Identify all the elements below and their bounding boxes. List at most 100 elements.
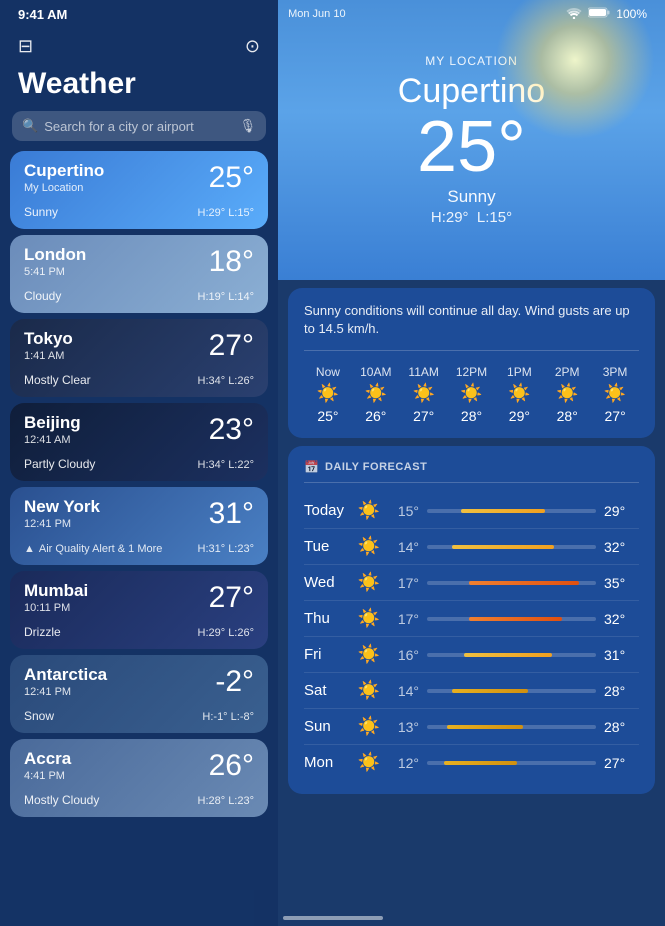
- city-card[interactable]: Cupertino My Location 25° Sunny H:29° L:…: [10, 151, 268, 229]
- hour-item: 3PM ☀️ 27°: [591, 365, 639, 424]
- city-name: Tokyo: [24, 329, 73, 349]
- city-card[interactable]: Beijing 12:41 AM 23° Partly Cloudy H:34°…: [10, 403, 268, 481]
- city-card[interactable]: London 5:41 PM 18° Cloudy H:19° L:14°: [10, 235, 268, 313]
- hour-label: Now: [316, 365, 340, 379]
- city-card[interactable]: Accra 4:41 PM 26° Mostly Cloudy H:28° L:…: [10, 739, 268, 817]
- microphone-icon[interactable]: 🎙: [239, 118, 256, 134]
- city-name: Mumbai: [24, 581, 88, 601]
- more-options-icon[interactable]: ⊙: [245, 36, 260, 57]
- hourly-row: Now ☀️ 25° 10AM ☀️ 26° 11AM ☀️ 27° 12PM …: [304, 365, 639, 424]
- daily-icon: ☀️: [354, 644, 384, 665]
- daily-bar: [444, 761, 517, 765]
- daily-bar-container: [427, 545, 596, 549]
- hour-label: 1PM: [507, 365, 532, 379]
- hour-label: 12PM: [456, 365, 487, 379]
- hour-icon: ☀️: [556, 383, 578, 404]
- city-list: Cupertino My Location 25° Sunny H:29° L:…: [0, 151, 278, 926]
- hour-item: 11AM ☀️ 27°: [400, 365, 448, 424]
- daily-high: 35°: [604, 575, 639, 591]
- city-temp: 23°: [209, 413, 254, 447]
- left-header: ⊟ ⊙: [0, 28, 278, 63]
- daily-icon: ☀️: [354, 752, 384, 773]
- daily-row: Mon ☀️ 12° 27°: [304, 745, 639, 780]
- city-card[interactable]: Mumbai 10:11 PM 27° Drizzle H:29° L:26°: [10, 571, 268, 649]
- hour-temp: 27°: [605, 408, 626, 424]
- hour-temp: 28°: [557, 408, 578, 424]
- search-icon: 🔍: [22, 118, 38, 134]
- daily-bar: [452, 689, 528, 693]
- city-name: Cupertino: [24, 161, 104, 181]
- hour-label: 3PM: [603, 365, 628, 379]
- daily-low: 14°: [384, 683, 419, 699]
- daily-day: Thu: [304, 610, 354, 627]
- city-hl: H:34° L:26°: [198, 375, 255, 387]
- daily-day: Sat: [304, 682, 354, 699]
- forecast-description: Sunny conditions will continue all day. …: [304, 302, 639, 351]
- daily-high: 32°: [604, 611, 639, 627]
- hour-icon: ☀️: [365, 383, 387, 404]
- city-name: Beijing: [24, 413, 81, 433]
- city-card[interactable]: Antarctica 12:41 PM -2° Snow H:-1° L:-8°: [10, 655, 268, 733]
- daily-bar: [464, 653, 552, 657]
- daily-low: 17°: [384, 611, 419, 627]
- daily-high: 28°: [604, 683, 639, 699]
- hour-icon: ☀️: [604, 383, 626, 404]
- hour-item: 1PM ☀️ 29°: [495, 365, 543, 424]
- city-hl: H:34° L:22°: [198, 459, 255, 471]
- app-title: Weather: [0, 63, 278, 111]
- hourly-forecast-section: Sunny conditions will continue all day. …: [288, 288, 655, 438]
- daily-forecast-section: 📅 DAILY FORECAST Today ☀️ 15° 29° Tue ☀️…: [288, 446, 655, 794]
- city-hl: H:29° L:26°: [198, 627, 255, 639]
- daily-row: Sun ☀️ 13° 28°: [304, 709, 639, 745]
- sidebar-toggle-icon[interactable]: ⊟: [18, 36, 33, 57]
- daily-day: Today: [304, 502, 354, 519]
- daily-day: Wed: [304, 574, 354, 591]
- daily-bar-container: [427, 653, 596, 657]
- right-panel: MY LOCATION Cupertino 25° Sunny H:29° L:…: [278, 0, 665, 926]
- daily-bar-container: [427, 761, 596, 765]
- hour-temp: 29°: [509, 408, 530, 424]
- daily-high: 27°: [604, 755, 639, 771]
- daily-high: 31°: [604, 647, 639, 663]
- city-hl: H:28° L:23°: [198, 795, 255, 807]
- status-indicators: 100%: [566, 7, 647, 22]
- daily-day: Fri: [304, 646, 354, 663]
- city-card[interactable]: Tokyo 1:41 AM 27° Mostly Clear H:34° L:2…: [10, 319, 268, 397]
- city-temp: 27°: [209, 581, 254, 615]
- status-date: Mon Jun 10: [288, 8, 345, 20]
- hour-icon: ☀️: [460, 383, 482, 404]
- daily-row: Wed ☀️ 17° 35°: [304, 565, 639, 601]
- city-temp: -2°: [215, 665, 254, 699]
- city-card[interactable]: New York 12:41 PM 31° ▲Air Quality Alert…: [10, 487, 268, 565]
- daily-high: 29°: [604, 503, 639, 519]
- hour-temp: 25°: [317, 408, 338, 424]
- daily-forecast-header: 📅 DAILY FORECAST: [304, 460, 639, 483]
- daily-bar: [469, 581, 579, 585]
- daily-low: 16°: [384, 647, 419, 663]
- hero-high-low: H:29° L:15°: [431, 209, 512, 226]
- daily-row: Thu ☀️ 17° 32°: [304, 601, 639, 637]
- hour-label: 10AM: [360, 365, 391, 379]
- city-temp: 25°: [209, 161, 254, 195]
- search-bar[interactable]: 🔍 🎙: [12, 111, 266, 141]
- daily-high: 28°: [604, 719, 639, 735]
- city-temp: 27°: [209, 329, 254, 363]
- hour-temp: 27°: [413, 408, 434, 424]
- search-input[interactable]: [44, 119, 233, 134]
- daily-row: Sat ☀️ 14° 28°: [304, 673, 639, 709]
- calendar-icon: 📅: [304, 460, 319, 474]
- daily-rows: Today ☀️ 15° 29° Tue ☀️ 14° 32° Wed ☀️ 1…: [304, 493, 639, 780]
- hero-condition: Sunny: [447, 187, 495, 207]
- daily-low: 15°: [384, 503, 419, 519]
- hour-temp: 26°: [365, 408, 386, 424]
- status-bar: 9:41 AM Mon Jun 10 100%: [0, 0, 665, 28]
- hour-icon: ☀️: [317, 383, 339, 404]
- daily-icon: ☀️: [354, 716, 384, 737]
- city-name: Accra: [24, 749, 71, 769]
- hour-label: 2PM: [555, 365, 580, 379]
- daily-row: Tue ☀️ 14° 32°: [304, 529, 639, 565]
- hero-temperature: 25°: [417, 111, 526, 183]
- daily-icon: ☀️: [354, 536, 384, 557]
- city-temp: 18°: [209, 245, 254, 279]
- daily-row: Today ☀️ 15° 29°: [304, 493, 639, 529]
